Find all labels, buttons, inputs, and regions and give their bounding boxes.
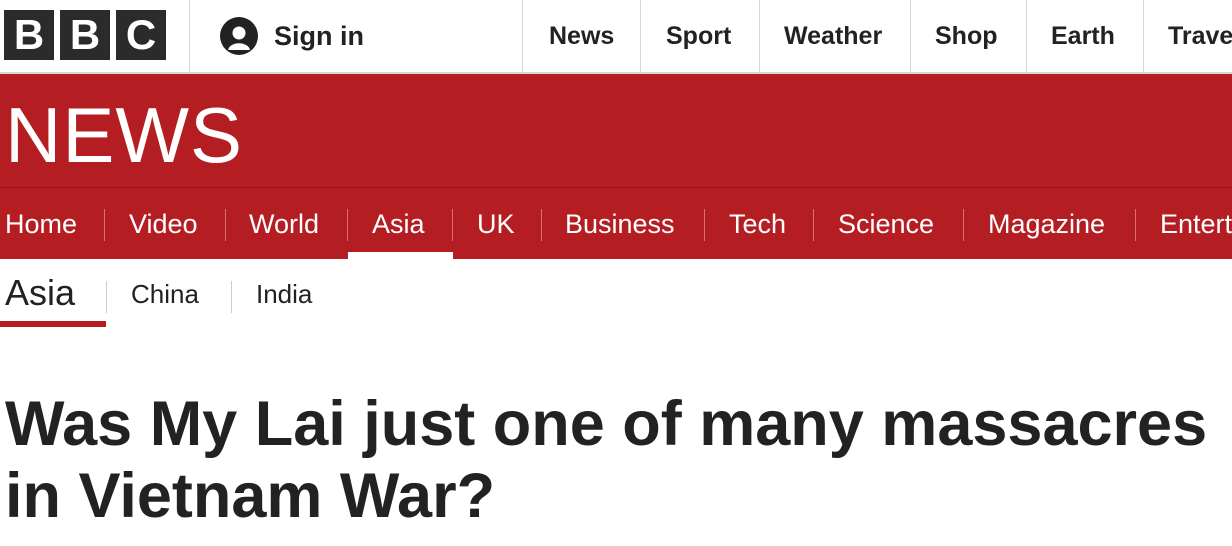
section-nav-world[interactable]: World xyxy=(249,188,319,260)
sub-nav-divider xyxy=(231,281,232,313)
section-nav-magazine[interactable]: Magazine xyxy=(988,188,1105,260)
section-nav-video[interactable]: Video xyxy=(129,188,198,260)
nav-divider xyxy=(813,209,814,241)
sub-nav-india[interactable]: India xyxy=(256,279,312,310)
global-header: B B C Sign in News Sport Weather Shop Ea… xyxy=(0,0,1232,74)
section-nav: Home Video World Asia UK Business Tech S… xyxy=(0,187,1232,259)
bbc-logo-block: C xyxy=(116,10,166,60)
nav-divider xyxy=(704,209,705,241)
section-nav-asia[interactable]: Asia xyxy=(372,188,425,260)
global-nav-sport[interactable]: Sport xyxy=(640,0,759,72)
sub-nav-active-indicator xyxy=(0,321,106,327)
nav-divider xyxy=(541,209,542,241)
user-icon xyxy=(220,17,258,55)
global-nav-news[interactable]: News xyxy=(522,0,640,72)
section-nav-uk[interactable]: UK xyxy=(477,188,515,260)
bbc-logo[interactable]: B B C xyxy=(4,10,166,60)
bbc-logo-block: B xyxy=(60,10,110,60)
global-nav-shop[interactable]: Shop xyxy=(910,0,1026,72)
sub-nav-divider xyxy=(106,281,107,313)
section-nav-science[interactable]: Science xyxy=(838,188,934,260)
section-nav-active-indicator xyxy=(348,252,453,259)
sign-in-link[interactable]: Sign in xyxy=(190,0,522,72)
section-nav-business[interactable]: Business xyxy=(565,188,675,260)
global-nav: News Sport Weather Shop Earth Trave xyxy=(522,0,1232,72)
global-nav-weather[interactable]: Weather xyxy=(759,0,910,72)
nav-divider xyxy=(963,209,964,241)
sub-nav-current[interactable]: Asia xyxy=(5,272,75,314)
sub-nav: Asia China India xyxy=(0,259,1232,331)
bbc-logo-block: B xyxy=(4,10,54,60)
news-wordmark[interactable]: NEWS xyxy=(5,96,243,174)
nav-divider xyxy=(347,209,348,241)
nav-divider xyxy=(225,209,226,241)
section-nav-home[interactable]: Home xyxy=(5,188,77,260)
nav-divider xyxy=(104,209,105,241)
article-headline: Was My Lai just one of many massacres in… xyxy=(5,389,1208,531)
section-nav-entertainment[interactable]: Entert xyxy=(1160,188,1232,260)
sign-in-label: Sign in xyxy=(274,20,364,51)
global-nav-travel[interactable]: Trave xyxy=(1143,0,1232,72)
sub-nav-china[interactable]: China xyxy=(131,279,199,310)
section-nav-tech[interactable]: Tech xyxy=(729,188,786,260)
global-nav-earth[interactable]: Earth xyxy=(1026,0,1143,72)
nav-divider xyxy=(1135,209,1136,241)
nav-divider xyxy=(452,209,453,241)
